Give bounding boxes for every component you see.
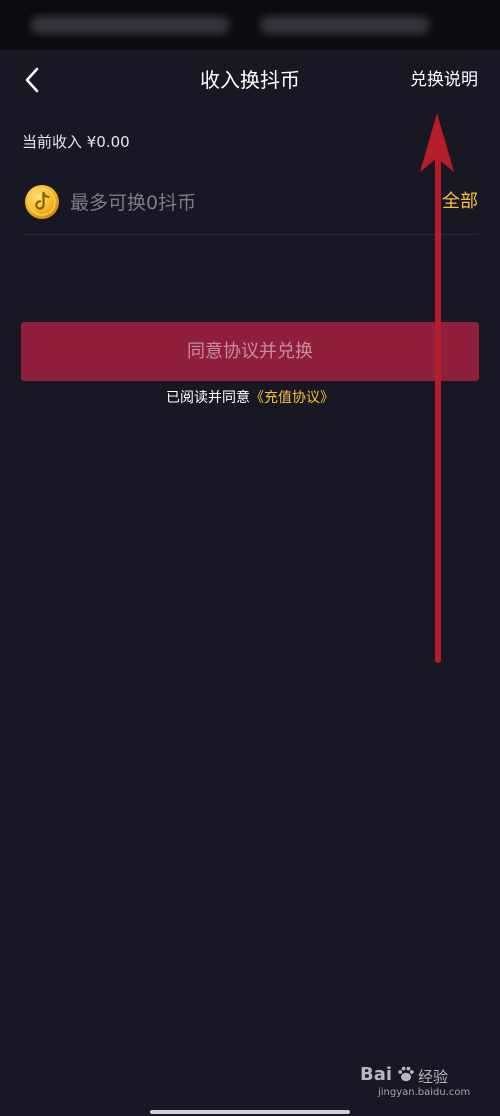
baidu-jingyan-watermark: Bai 经验 jingyan.baidu.com	[360, 1062, 478, 1104]
watermark-brand: Bai	[360, 1064, 393, 1085]
max-exchange-hint: 最多可换0抖币	[70, 192, 197, 214]
watermark-cn-text: 经验	[418, 1068, 449, 1086]
red-arrow-annotation	[420, 113, 454, 663]
agreement-line: 已阅读并同意《充值协议》	[0, 388, 500, 408]
status-bar	[0, 0, 500, 50]
douyin-coin-icon	[25, 185, 59, 219]
recharge-agreement-link[interactable]: 《充值协议》	[250, 390, 334, 406]
status-bar-blurred-icons	[260, 16, 430, 34]
agreement-prefix: 已阅读并同意	[166, 390, 250, 406]
agree-and-exchange-button[interactable]: 同意协议并兑换	[21, 322, 479, 381]
exchange-amount-row[interactable]: 最多可换0抖币 全部	[22, 178, 478, 235]
status-bar-blurred-text	[30, 16, 230, 34]
exchange-all-button[interactable]: 全部	[442, 190, 478, 214]
watermark-site: jingyan.baidu.com	[378, 1087, 471, 1098]
current-income-label: 当前收入 ¥0.00	[22, 133, 130, 151]
baidu-paw-icon	[398, 1066, 414, 1082]
exchange-help-link[interactable]: 兑换说明	[410, 68, 478, 92]
home-indicator	[150, 1110, 350, 1114]
